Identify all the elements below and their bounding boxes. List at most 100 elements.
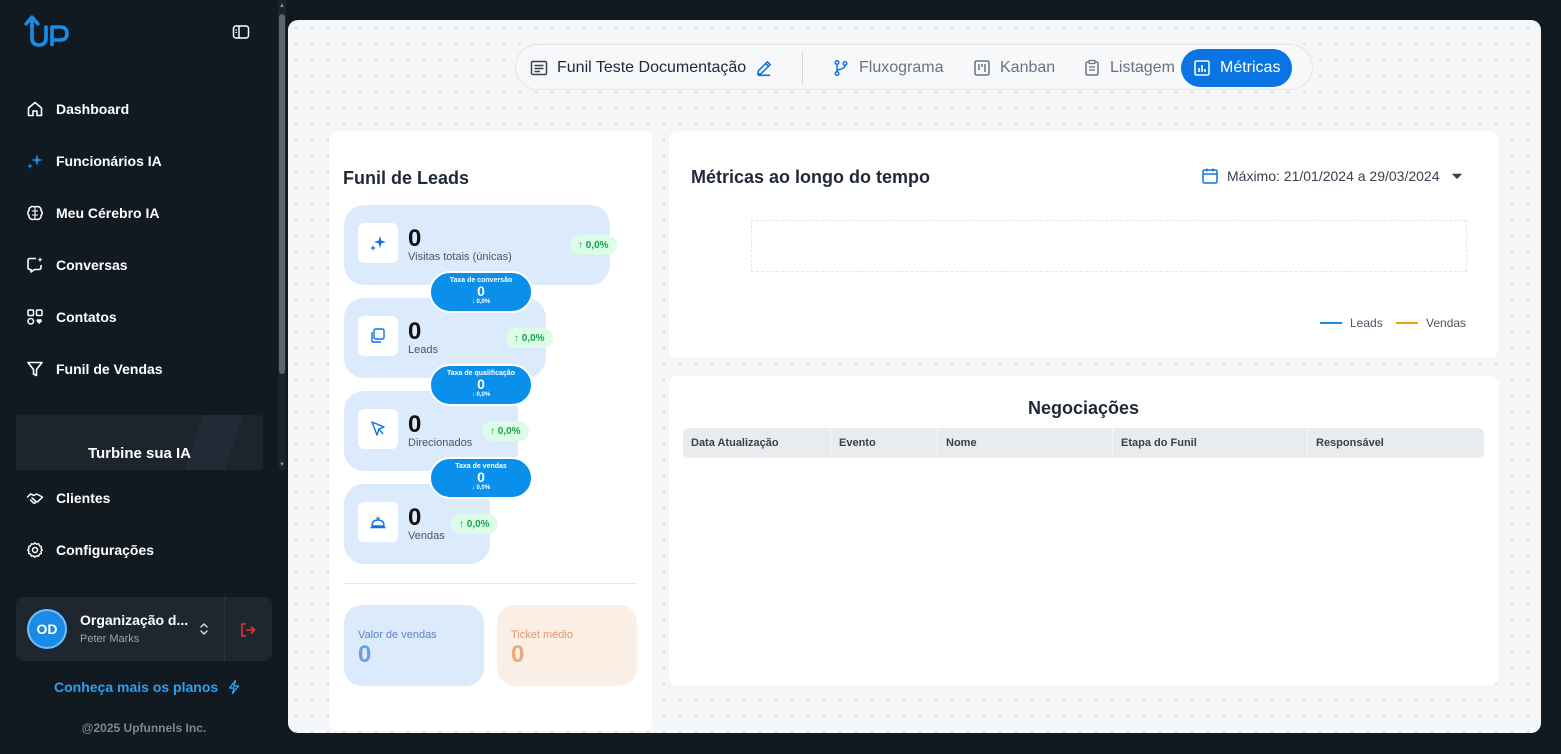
sidebar-item-label: Funcionários IA xyxy=(56,153,162,169)
stage-label: Leads xyxy=(408,344,438,356)
sparkles-icon xyxy=(27,154,43,169)
legend-item-leads[interactable]: Leads xyxy=(1320,316,1383,330)
rate-delta: ↓ 0,0% xyxy=(471,392,491,398)
legend-item-vendas[interactable]: Vendas xyxy=(1396,316,1466,330)
tab-label: Listagem xyxy=(1110,59,1175,76)
stage-value: 0 xyxy=(408,225,422,252)
average-ticket-card: Ticket médio 0 xyxy=(497,605,637,686)
sidebar-item-dashboard[interactable]: Dashboard xyxy=(26,97,129,121)
sidebar-item-label: Configurações xyxy=(56,542,155,558)
growth-badge: ↑ 0,0% xyxy=(451,514,498,534)
negotiations-card: Negociações Data Atualização Evento Nome… xyxy=(669,376,1498,686)
org-divider xyxy=(224,597,225,661)
stage-icon-box xyxy=(358,502,398,542)
gear-icon xyxy=(27,542,43,558)
sidebar-item-label: Funil de Vendas xyxy=(56,361,163,377)
calendar-icon xyxy=(1202,168,1218,184)
avatar: OD xyxy=(27,609,67,649)
stage-value: 0 xyxy=(408,411,422,438)
view-tabs: Funil Teste Documentação Fluxograma Kanb… xyxy=(515,44,1313,90)
sidebar: ▲ ▼ Dashboard Funcionários IA Meu Cérebr… xyxy=(0,0,288,754)
user-name: Peter Marks xyxy=(80,633,140,645)
metrics-card: Métricas ao longo do tempo Máximo: 21/01… xyxy=(669,131,1498,358)
organization-card[interactable]: OD Organização d... Peter Marks xyxy=(16,597,272,661)
divider xyxy=(344,583,637,584)
date-range-selector[interactable]: Máximo: 21/01/2024 a 29/03/2024 xyxy=(1201,167,1466,185)
stage-icon-box xyxy=(358,316,398,356)
sidebar-item-funcionarios-ia[interactable]: Funcionários IA xyxy=(26,149,162,173)
tab-label: Fluxograma xyxy=(859,59,944,76)
copyright: @2025 Upfunnels Inc. xyxy=(81,721,207,735)
clipboard-icon xyxy=(1085,59,1099,76)
sidebar-scrollbar[interactable]: ▲ ▼ xyxy=(278,0,286,470)
stage-value: 0 xyxy=(408,318,422,345)
lightning-icon xyxy=(228,679,240,695)
scroll-up-arrow[interactable]: ▲ xyxy=(279,3,285,9)
date-range-label: Máximo: 21/01/2024 a 29/03/2024 xyxy=(1227,168,1440,184)
negotiations-title: Negociações xyxy=(1027,398,1140,418)
stage-icon-box xyxy=(358,223,398,263)
edit-pencil-icon[interactable] xyxy=(755,59,773,77)
legend-swatch-vendas xyxy=(1396,322,1418,324)
sidebar-item-conversas[interactable]: Conversas xyxy=(26,253,128,277)
column-header[interactable]: Data Atualização xyxy=(683,428,831,458)
column-header[interactable]: Nome xyxy=(938,428,1113,458)
average-ticket-title: Ticket médio xyxy=(511,629,573,641)
rate-vendas: Taxa de vendas 0 ↓ 0,0% xyxy=(429,457,533,499)
sidebar-item-contatos[interactable]: Contatos xyxy=(26,305,117,329)
sidebar-item-funil-de-vendas[interactable]: Funil de Vendas xyxy=(26,357,163,381)
column-header[interactable]: Responsável xyxy=(1308,428,1484,458)
sidebar-item-label: Dashboard xyxy=(56,101,130,117)
rate-value: 0 xyxy=(477,376,485,392)
home-icon xyxy=(27,101,43,117)
plans-link[interactable]: Conheça mais os planos xyxy=(54,679,242,695)
tab-fluxograma[interactable]: Fluxograma xyxy=(820,49,955,87)
sales-value-amount: 0 xyxy=(358,641,372,668)
filter-icon xyxy=(27,361,43,377)
promo-title: Turbine sua IA xyxy=(87,445,192,462)
sidebar-item-meu-cerebro-ia[interactable]: Meu Cérebro IA xyxy=(26,201,159,225)
promo-banner[interactable]: Turbine sua IA xyxy=(16,415,263,470)
sales-value-card: Valor de vendas 0 xyxy=(344,605,484,686)
stage-value: 0 xyxy=(408,504,422,531)
tab-label: Kanban xyxy=(1000,59,1056,76)
cards-icon xyxy=(371,328,385,343)
scrollbar-thumb[interactable] xyxy=(279,14,285,374)
rate-value: 0 xyxy=(477,283,485,299)
rate-delta: ↓ 0,0% xyxy=(471,299,491,305)
legend-label: Vendas xyxy=(1426,316,1467,330)
sales-value-title: Valor de vendas xyxy=(358,629,437,641)
funnel-name-tab[interactable]: Funil Teste Documentação xyxy=(518,49,785,87)
column-header[interactable]: Etapa do Funil xyxy=(1113,428,1308,458)
rate-qualificacao: Taxa de qualificação 0 ↓ 0,0% xyxy=(429,364,533,406)
tab-listagem[interactable]: Listagem xyxy=(1071,49,1187,87)
legend-label: Leads xyxy=(1350,316,1383,330)
sidebar-item-label: Conversas xyxy=(56,257,128,273)
upfunnels-logo[interactable] xyxy=(22,14,74,50)
sidebar-item-configuracoes[interactable]: Configurações xyxy=(26,538,154,562)
document-icon xyxy=(530,60,548,76)
kanban-icon xyxy=(974,60,990,76)
rate-value: 0 xyxy=(477,469,485,485)
logout-icon[interactable] xyxy=(239,621,257,639)
chevron-updown-icon[interactable] xyxy=(196,621,212,637)
rate-conversao: Taxa de conversão 0 ↓ 0,0% xyxy=(429,271,533,313)
tab-divider xyxy=(802,52,803,84)
rate-delta: ↓ 0,0% xyxy=(471,485,491,491)
growth-badge: ↑ 0,0% xyxy=(506,328,553,348)
scroll-down-arrow[interactable]: ▼ xyxy=(279,462,285,468)
funnel-card: Funil de Leads 0 Visitas totais (únicas)… xyxy=(329,131,652,731)
sidebar-item-label: Contatos xyxy=(56,309,117,325)
tab-kanban[interactable]: Kanban xyxy=(961,49,1067,87)
sidebar-toggle-icon[interactable] xyxy=(232,24,250,40)
tab-metricas[interactable]: Métricas xyxy=(1181,49,1293,87)
sidebar-item-clientes[interactable]: Clientes xyxy=(26,486,110,510)
bar-chart-icon xyxy=(1194,60,1210,76)
contacts-icon xyxy=(27,309,43,325)
average-ticket-amount: 0 xyxy=(511,641,525,668)
stage-label: Visitas totais (únicas) xyxy=(408,251,512,263)
sparkles-icon xyxy=(370,236,386,251)
column-header[interactable]: Evento xyxy=(831,428,938,458)
sidebar-item-label: Meu Cérebro IA xyxy=(56,205,160,221)
flow-branch-icon xyxy=(834,59,848,77)
